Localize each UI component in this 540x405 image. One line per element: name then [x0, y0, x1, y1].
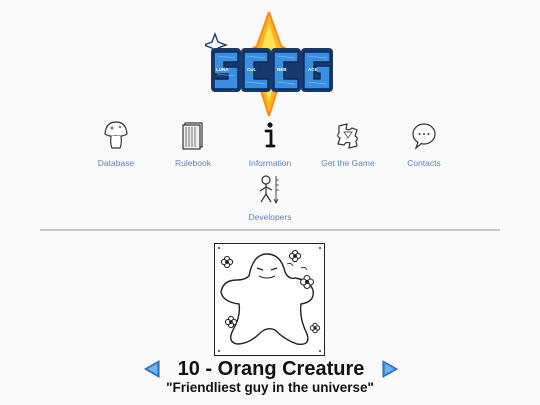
next-creature-button[interactable]: [382, 360, 399, 378]
arrow-left-icon: [143, 360, 160, 378]
logo-sub-4: ACE: [308, 67, 318, 72]
prev-creature-button[interactable]: [143, 360, 160, 378]
logo-graphic: LUNA CUL NEB ACE: [202, 8, 333, 120]
logo-sub-3: NEB: [277, 67, 287, 72]
book-icon: [173, 118, 213, 154]
nav-information-label: Information: [248, 158, 292, 168]
creature-title-row: 10 - Orang Creature: [0, 357, 540, 381]
info-icon: [250, 118, 290, 154]
creature-title: 10 - Orang Creature: [177, 358, 365, 380]
creature-quote: "Friendliest guy in the universe": [166, 380, 374, 395]
nav-developers-label: Developers: [248, 212, 292, 222]
section-divider: [40, 229, 500, 231]
nav-contacts[interactable]: Contacts: [379, 118, 469, 168]
puzzle-icon: [328, 118, 368, 154]
speech-bubble-icon: [404, 118, 444, 154]
nav-information[interactable]: Information: [225, 118, 315, 168]
mushroom-icon: [96, 118, 136, 154]
nav-developers[interactable]: Developers: [225, 172, 315, 222]
creature-card-image: [214, 243, 325, 356]
stick-figure-icon: [250, 172, 290, 208]
nav-contacts-label: Contacts: [407, 158, 441, 168]
logo-sub-1: LUNA: [216, 67, 229, 72]
arrow-right-icon: [382, 360, 399, 378]
logo-sub-2: CUL: [247, 67, 256, 72]
sccg-logo[interactable]: LUNA CUL NEB ACE: [202, 8, 337, 120]
